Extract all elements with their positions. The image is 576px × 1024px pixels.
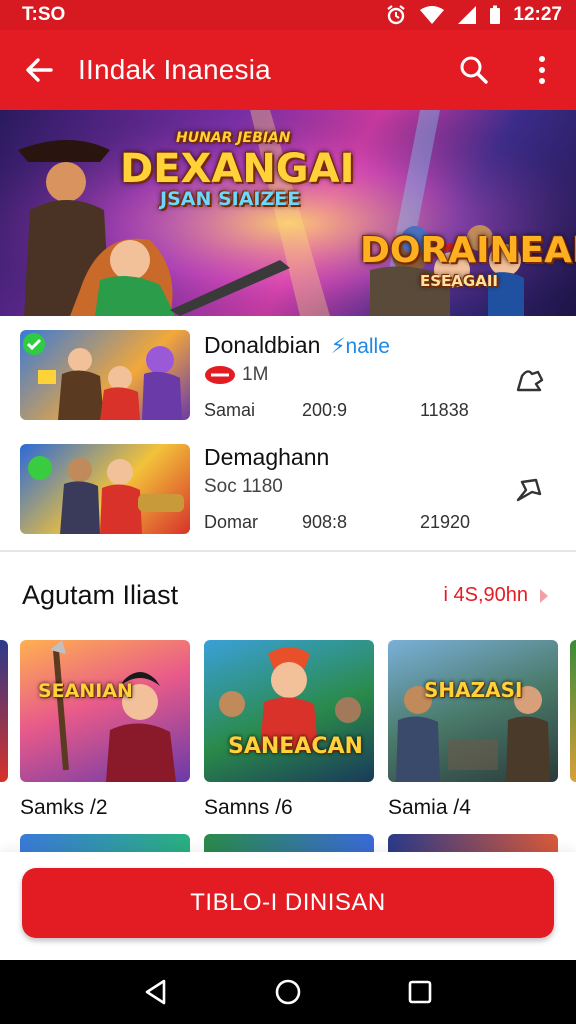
signal-icon — [458, 6, 477, 24]
list-item-subtitle-text: 1M — [242, 364, 269, 385]
banner-title-small: HUNAR JEBIAN — [176, 130, 291, 146]
verified-tag-text: nalle — [345, 335, 390, 358]
grid-card-image: SHAZASI — [388, 640, 558, 782]
grid-card-image: SANEACAN — [204, 640, 374, 782]
grid-art — [219, 647, 361, 750]
grid-card[interactable]: SEANIAN Samks /2 — [20, 640, 190, 820]
next-row-peek — [0, 834, 576, 854]
badge-icon — [205, 366, 235, 384]
list-item-stat-label: Samai — [204, 400, 256, 420]
see-all-link[interactable]: i 4S,90hn — [443, 584, 554, 607]
right-edge-card[interactable] — [570, 640, 576, 782]
nav-back-button[interactable] — [136, 972, 176, 1012]
hero-banner[interactable]: HUNAR JEBIAN DEXANGAI JSAN SIAIZEE DORAI… — [0, 110, 576, 316]
primary-cta-button[interactable]: TIBLO-I DINISAN — [22, 868, 554, 938]
list-item[interactable]: Demaghann Soc 1180 Domar 908:8 21920 — [0, 436, 576, 548]
list-item-stat-a: 200:9 — [302, 400, 348, 420]
nav-recents-icon — [408, 980, 432, 1004]
divider — [0, 550, 576, 552]
peek-card — [388, 834, 558, 854]
list-item-stat-b: 21920 — [420, 512, 471, 532]
pin-button[interactable] — [512, 472, 548, 508]
share-button[interactable] — [512, 362, 548, 398]
nav-home-button[interactable] — [268, 972, 308, 1012]
alarm-icon — [387, 5, 406, 25]
overflow-menu-button[interactable] — [508, 30, 576, 110]
grid-card-art-text: SANEACAN — [228, 734, 363, 759]
list-item-title-text: Donaldbian — [204, 332, 321, 358]
left-edge-card[interactable] — [0, 640, 8, 782]
list-item[interactable]: Donaldbian ⚡nalle 1M Samai 200:9 11838 — [0, 324, 576, 436]
status-time: T:SO — [22, 4, 66, 25]
grid-card-label: Samks /2 — [20, 796, 108, 819]
lightning-icon: ⚡ — [330, 335, 346, 358]
list-item-stat-label: Domar — [204, 512, 259, 532]
grid-card[interactable]: SHAZASI Samia /4 — [388, 640, 558, 820]
section-header: Agutam Iliast i 4S,90hn — [0, 574, 576, 620]
page-title: IIndak Inanesia — [78, 54, 271, 85]
more-vert-icon — [539, 56, 545, 84]
app-bar: IIndak Inanesia — [0, 30, 576, 110]
game-thumbnail — [20, 330, 190, 420]
nav-back-icon — [145, 979, 166, 1005]
back-button[interactable] — [0, 30, 78, 110]
chevron-right-icon — [540, 588, 548, 603]
peek-card — [20, 834, 190, 854]
grid-art — [50, 640, 176, 782]
thumbnail-art — [28, 456, 184, 534]
banner-right-title: DORAINEAI — [360, 230, 576, 271]
list-item-stat-a: 908:8 — [302, 512, 348, 532]
share-icon — [516, 370, 544, 392]
game-thumbnail — [20, 444, 190, 534]
grid-card[interactable]: SANEACAN Samns /6 — [204, 640, 374, 820]
grid-card-art-text: SHAZASI — [424, 678, 523, 702]
peek-card — [204, 834, 374, 854]
grid-card-label: Samns /6 — [204, 796, 293, 819]
grid-card-label: Samia /4 — [388, 796, 471, 819]
list-item-subtitle: Soc 1180 — [204, 476, 283, 497]
banner-title-main: DEXANGAI — [120, 146, 355, 192]
nav-recents-button[interactable] — [400, 972, 440, 1012]
grid-card-image: SEANIAN — [20, 640, 190, 782]
status-bar: T:SO 12:27 — [0, 0, 576, 30]
wifi-icon — [420, 6, 445, 24]
section-title: Agutam Iliast — [22, 580, 179, 610]
grid-art — [396, 686, 550, 782]
search-button[interactable] — [440, 30, 508, 110]
back-arrow-icon — [26, 58, 53, 82]
status-icons: 12:27 — [385, 4, 562, 26]
banner-right-sub: ESEAGAII — [420, 272, 498, 290]
system-nav-bar — [0, 960, 576, 1024]
verified-tag: ⚡nalle — [331, 335, 390, 358]
banner-title-sub: JSAN SIAIZEE — [160, 188, 301, 210]
verified-check-icon — [23, 333, 45, 355]
status-clock: 12:27 — [513, 4, 562, 25]
grid-card-art-text: SEANIAN — [38, 680, 133, 702]
cta-container: TIBLO-I DINISAN — [0, 852, 576, 960]
list-item-subtitle: 1M — [204, 364, 268, 386]
list-item-title: Donaldbian ⚡nalle — [204, 332, 390, 359]
search-icon — [460, 56, 488, 84]
list-item-title: Demaghann — [204, 444, 330, 470]
battery-icon — [490, 5, 501, 24]
see-all-link-text: i 4S,90hn — [443, 584, 528, 606]
nav-home-icon — [275, 979, 301, 1005]
pin-icon — [516, 478, 542, 502]
list-item-stat-b: 11838 — [420, 400, 469, 420]
